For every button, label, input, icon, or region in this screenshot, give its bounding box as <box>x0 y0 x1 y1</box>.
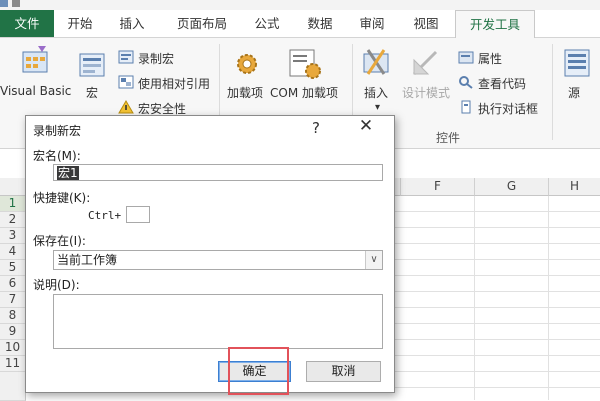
macro-name-label: 宏名(M): <box>33 149 81 163</box>
record-macro-dialog: 录制新宏 ? ✕ 宏名(M): 宏1 快捷键(K): Ctrl+ 保存在(I):… <box>25 115 395 393</box>
tab-view[interactable]: 视图 <box>402 10 450 37</box>
run-dialog-icon[interactable] <box>458 100 474 114</box>
quick-access-toolbar <box>0 0 600 10</box>
tab-developer[interactable]: 开发工具 <box>455 10 535 39</box>
macro-name-value: 宏1 <box>57 166 79 180</box>
row-header-12[interactable] <box>0 372 26 401</box>
warning-icon[interactable] <box>118 100 134 114</box>
ok-button[interactable]: 确定 <box>218 361 291 382</box>
row-header-5[interactable]: 5 <box>0 260 26 276</box>
tab-data[interactable]: 数据 <box>296 10 344 37</box>
insert-button[interactable]: 插入 <box>364 84 388 101</box>
select-all-corner[interactable] <box>0 178 26 196</box>
relative-reference-icon[interactable] <box>118 75 134 89</box>
row-header-1[interactable]: 1 <box>0 196 26 212</box>
column-header-h[interactable]: H <box>549 178 600 196</box>
store-macro-in-select[interactable]: 当前工作簿 ∨ <box>53 250 383 270</box>
tab-home[interactable]: 开始 <box>56 10 104 37</box>
ribbon-tab-bar: 文件 开始 插入 页面布局 公式 数据 审阅 视图 开发工具 <box>0 10 600 39</box>
controls-group-label: 控件 <box>436 131 461 145</box>
tab-page-layout[interactable]: 页面布局 <box>164 10 240 37</box>
column-header-g[interactable]: G <box>475 178 549 196</box>
row-header-8[interactable]: 8 <box>0 308 26 324</box>
macros-button[interactable]: 宏 <box>86 84 98 101</box>
macros-icon[interactable] <box>78 52 106 78</box>
shortcut-key-label: 快捷键(K): <box>33 191 91 205</box>
row-header-10[interactable]: 10 <box>0 340 26 356</box>
row-header-6[interactable]: 6 <box>0 276 26 292</box>
gear-icon[interactable] <box>233 50 261 78</box>
record-macro-button[interactable]: 录制宏 <box>138 50 174 67</box>
record-macro-icon[interactable] <box>118 50 134 64</box>
com-addins-icon[interactable] <box>288 48 322 80</box>
store-macro-in-value: 当前工作簿 <box>57 253 118 267</box>
source-icon[interactable] <box>562 48 592 78</box>
tab-formulas[interactable]: 公式 <box>243 10 291 37</box>
cancel-button[interactable]: 取消 <box>306 361 381 382</box>
visual-basic-icon[interactable] <box>20 44 50 74</box>
view-code-button[interactable]: 查看代码 <box>478 75 526 92</box>
properties-icon[interactable] <box>458 50 474 64</box>
tab-file[interactable]: 文件 <box>0 10 54 37</box>
description-textarea[interactable] <box>53 294 383 349</box>
source-button[interactable]: 源 <box>568 84 580 101</box>
group-separator <box>552 44 553 140</box>
tab-insert[interactable]: 插入 <box>108 10 156 37</box>
com-addins-button[interactable]: COM 加载项 <box>270 84 338 101</box>
row-header-9[interactable]: 9 <box>0 324 26 340</box>
undo-icon[interactable] <box>12 0 20 7</box>
chevron-down-icon[interactable]: ▾ <box>375 102 380 113</box>
addins-button[interactable]: 加载项 <box>227 84 263 101</box>
chevron-down-icon[interactable]: ∨ <box>365 251 382 269</box>
shortcut-prefix: Ctrl+ <box>88 209 122 222</box>
row-header-4[interactable]: 4 <box>0 244 26 260</box>
design-mode-icon <box>412 50 438 76</box>
use-relative-references-button[interactable]: 使用相对引用 <box>138 75 210 92</box>
help-button[interactable]: ? <box>312 119 320 137</box>
row-header-11[interactable]: 11 <box>0 356 26 372</box>
run-dialog-button[interactable]: 执行对话框 <box>478 100 538 117</box>
macro-name-input[interactable]: 宏1 <box>53 164 383 181</box>
properties-button[interactable]: 属性 <box>478 50 502 67</box>
shortcut-key-input[interactable] <box>126 206 150 223</box>
row-header-2[interactable]: 2 <box>0 212 26 228</box>
save-icon[interactable] <box>0 0 8 7</box>
visual-basic-button[interactable]: Visual Basic <box>0 84 71 98</box>
insert-controls-icon[interactable] <box>362 46 392 78</box>
tab-review[interactable]: 审阅 <box>348 10 396 37</box>
design-mode-button[interactable]: 设计模式 <box>402 84 450 101</box>
row-header-3[interactable]: 3 <box>0 228 26 244</box>
store-macro-in-label: 保存在(I): <box>33 234 86 248</box>
description-label: 说明(D): <box>33 278 80 292</box>
column-header-f[interactable]: F <box>401 178 475 196</box>
row-header-7[interactable]: 7 <box>0 292 26 308</box>
close-button[interactable]: ✕ <box>355 116 377 136</box>
view-code-icon[interactable] <box>458 75 474 89</box>
dialog-title: 录制新宏 <box>33 124 82 138</box>
